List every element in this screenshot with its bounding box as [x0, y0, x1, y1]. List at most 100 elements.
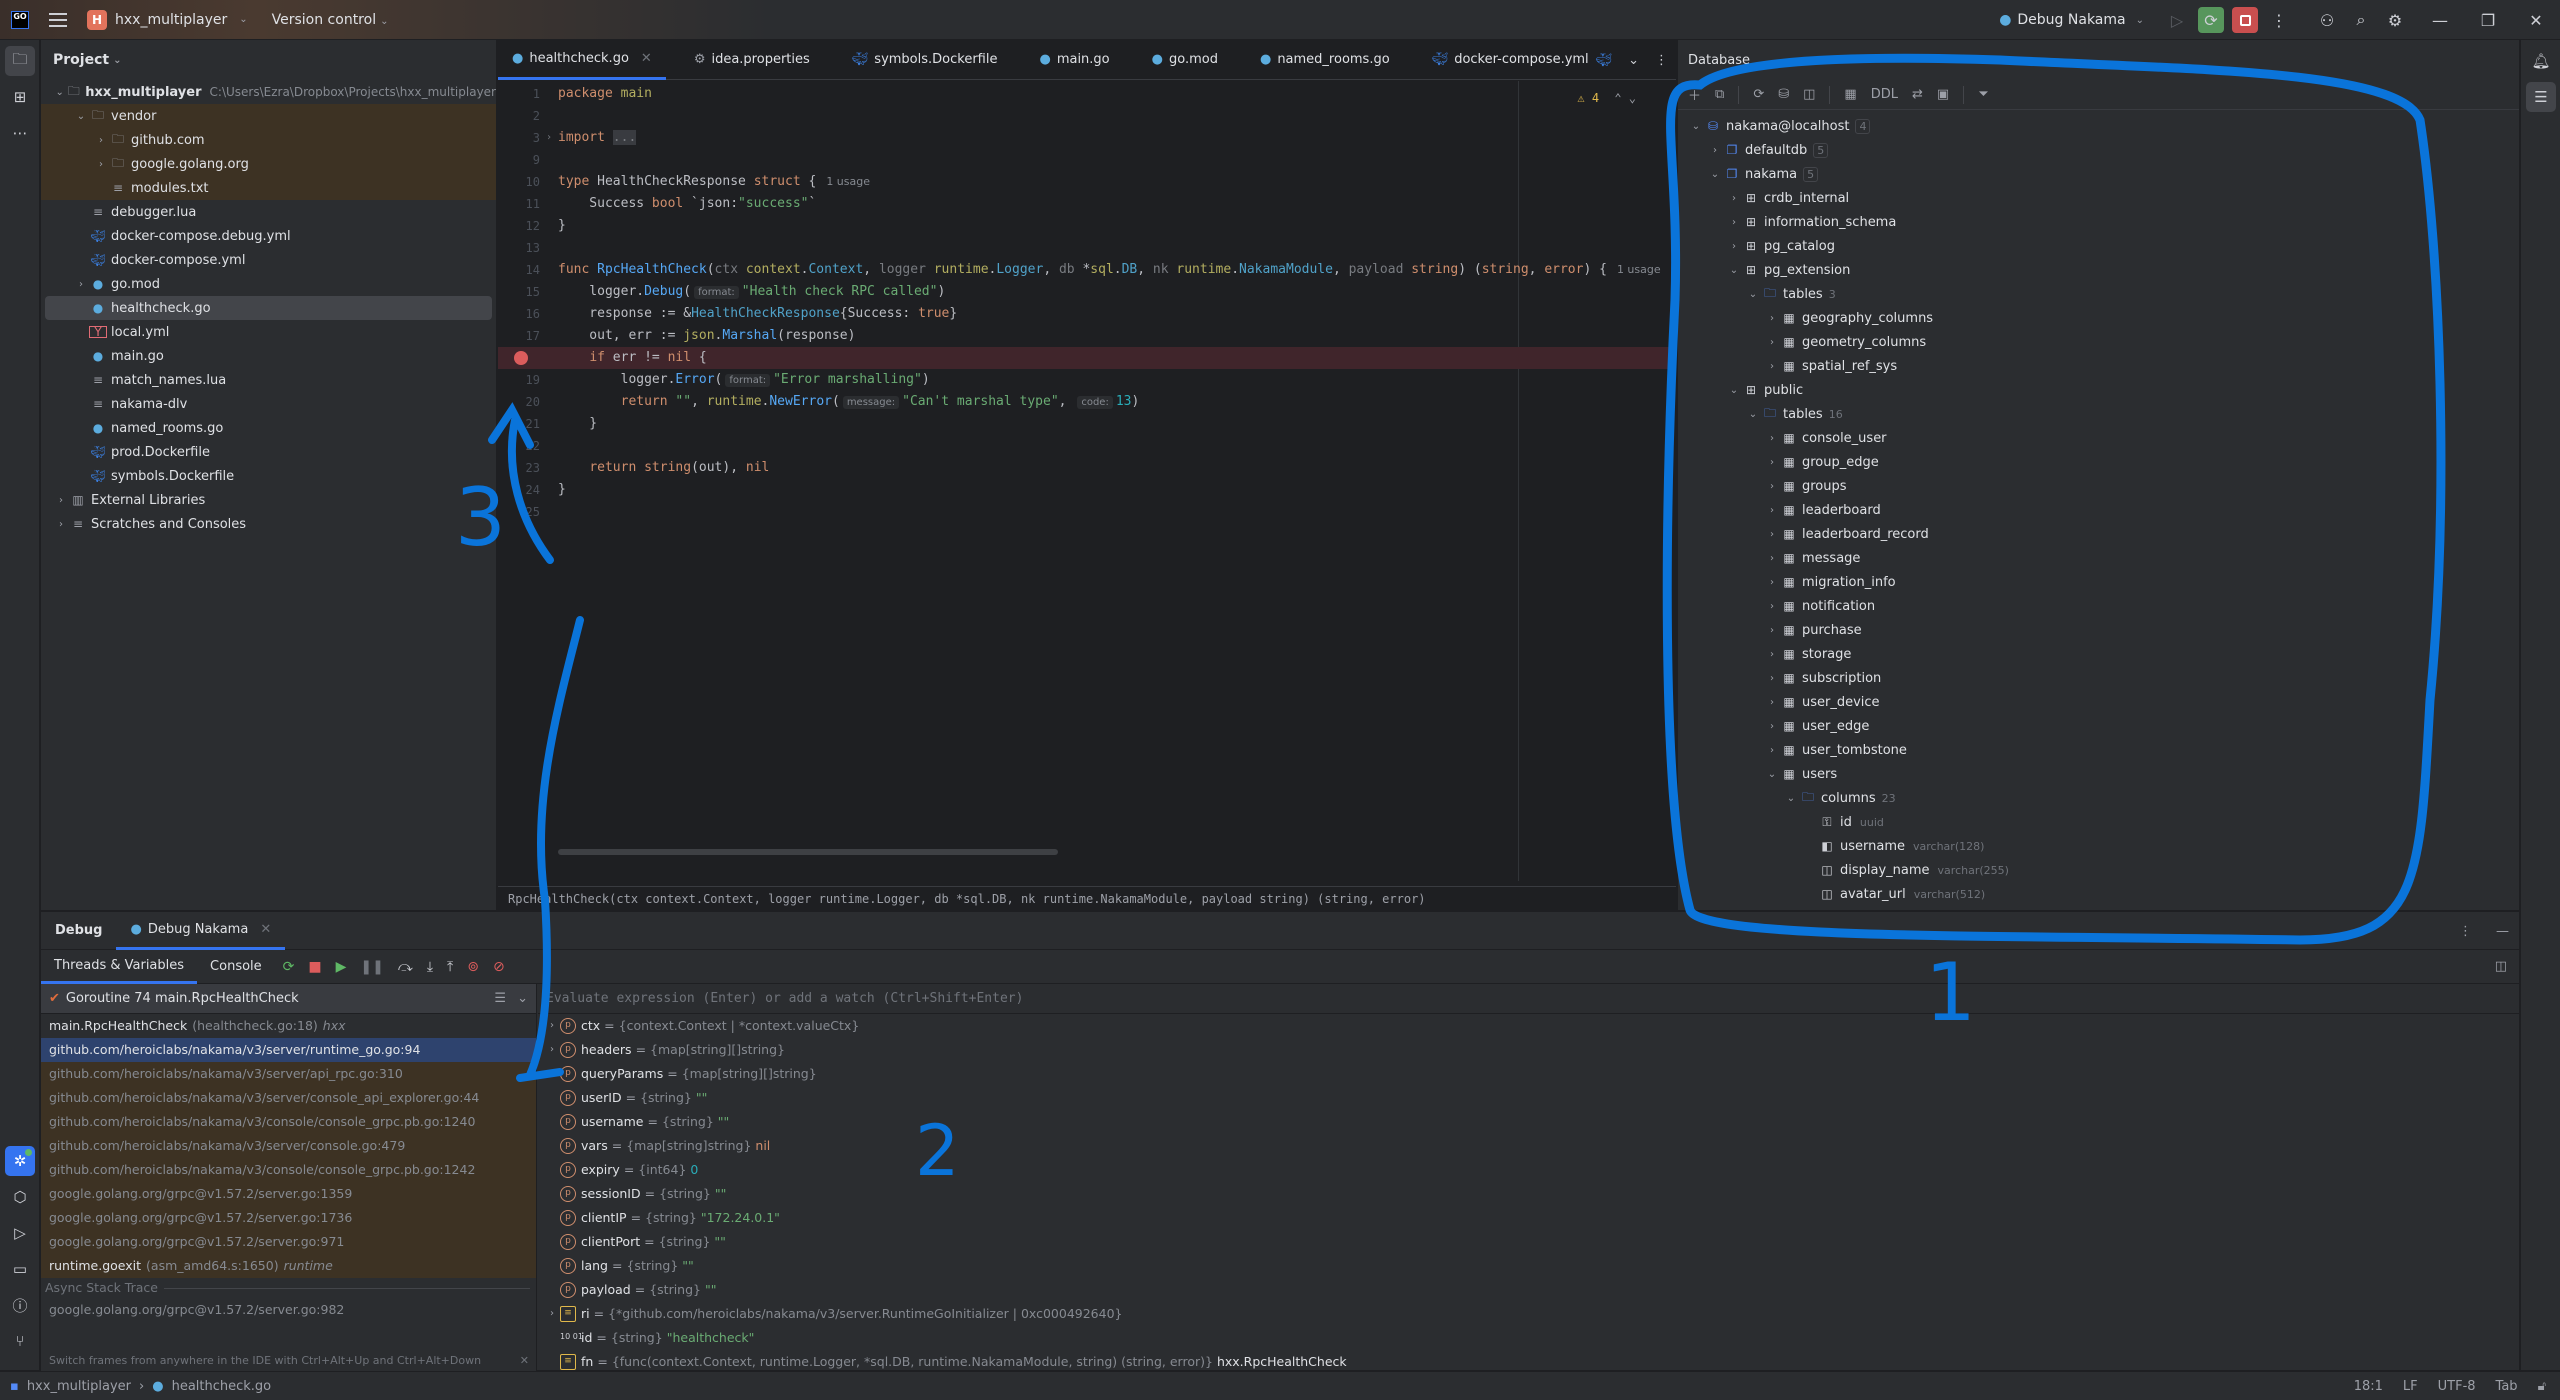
database-tree-item[interactable]: › ▦ geography_columns: [1678, 306, 2519, 330]
project-tree-item[interactable]: ≡ modules.txt: [41, 176, 496, 200]
line-number[interactable]: 25: [498, 501, 546, 523]
chevron-down-icon[interactable]: ⌄: [1707, 169, 1723, 180]
chevron-right-icon[interactable]: ›: [1764, 625, 1780, 636]
variable-row[interactable]: p username = {string} "": [538, 1110, 2519, 1134]
filter-frames-icon[interactable]: ☰: [494, 991, 506, 1006]
chevron-right-icon[interactable]: ›: [1764, 601, 1780, 612]
database-tree-item[interactable]: › ⊞ information_schema: [1678, 210, 2519, 234]
project-tree-item[interactable]: › 🗀 google.golang.org: [41, 152, 496, 176]
docker-tab-overflow-icon[interactable]: 🐳︎: [1596, 53, 1613, 68]
chevron-down-icon[interactable]: ⌄: [1745, 409, 1761, 420]
file-encoding[interactable]: UTF-8: [2438, 1379, 2476, 1394]
database-tree-item[interactable]: › ▦ user_device: [1678, 690, 2519, 714]
editor-tab[interactable]: ⚙ idea.properties: [680, 40, 824, 80]
database-tree-item[interactable]: › ⊞ pg_catalog: [1678, 234, 2519, 258]
code-line[interactable]: 19 logger.Error(format: "Error marshallin…: [498, 369, 1676, 391]
line-number[interactable]: 10: [498, 171, 546, 193]
compare-icon[interactable]: ⇄: [1912, 87, 1923, 102]
line-number[interactable]: 24: [498, 479, 546, 501]
run-configuration-selector[interactable]: ● Debug Nakama ⌄: [1999, 12, 2144, 28]
chevron-right-icon[interactable]: ›: [1764, 529, 1780, 540]
chevron-down-icon[interactable]: ⌄: [1745, 289, 1761, 300]
code-line[interactable]: 1 package main: [498, 83, 1676, 105]
step-over-icon[interactable]: ⤼: [398, 959, 413, 975]
expand-chevron-icon[interactable]: ›: [544, 1014, 560, 1038]
database-tree-item[interactable]: ◫ display_name varchar(255): [1678, 858, 2519, 882]
line-number[interactable]: 12: [498, 215, 546, 237]
database-tree-item[interactable]: › ▦ notification: [1678, 594, 2519, 618]
line-number[interactable]: 13: [498, 237, 546, 259]
chevron-right-icon[interactable]: ›: [1707, 145, 1723, 156]
run-tool-icon[interactable]: ▷: [5, 1218, 35, 1248]
project-tree-item[interactable]: 🐳︎ prod.Dockerfile: [41, 440, 496, 464]
stack-frame[interactable]: google.golang.org/grpc@v1.57.2/server.go…: [41, 1230, 536, 1254]
code-line[interactable]: 11 Success bool `json:"success"`: [498, 193, 1676, 215]
code-line[interactable]: 10 type HealthCheckResponse struct {1 usa…: [498, 171, 1676, 193]
editor-tab[interactable]: ● go.mod: [1138, 40, 1232, 80]
more-options-icon[interactable]: ⋮: [2459, 924, 2472, 939]
variable-row[interactable]: p lang = {string} "": [538, 1254, 2519, 1278]
project-tool-folder-icon[interactable]: 🗀: [5, 46, 35, 76]
variable-row[interactable]: p vars = {map[string]string} nil: [538, 1134, 2519, 1158]
breakpoint-icon[interactable]: [514, 351, 528, 365]
refresh-icon[interactable]: ⟳: [1753, 87, 1764, 102]
read-only-lock-icon[interactable]: 🔓︎: [2538, 1379, 2546, 1394]
variable-row[interactable]: p sessionID = {string} "": [538, 1182, 2519, 1206]
database-tree-item[interactable]: › ▦ subscription: [1678, 666, 2519, 690]
project-tree-item[interactable]: Ylocal.yml: [41, 320, 496, 344]
chevron-right-icon[interactable]: ›: [1764, 337, 1780, 348]
stop-icon[interactable]: ■: [308, 959, 321, 975]
debug-tool-bug-icon[interactable]: ✲: [5, 1146, 35, 1176]
database-tree-item[interactable]: › ▦ leaderboard_record: [1678, 522, 2519, 546]
code-line[interactable]: 14 func RpcHealthCheck(ctx context.Contex…: [498, 259, 1676, 281]
variable-row[interactable]: › p ctx = {context.Context | *context.valueC…: [538, 1014, 2519, 1038]
project-tree-item[interactable]: ● healthcheck.go: [45, 296, 492, 320]
database-tree-item[interactable]: ⌄ ❐ nakama 5: [1678, 162, 2519, 186]
database-tree-item[interactable]: ◧ username varchar(128): [1678, 834, 2519, 858]
terminal-tool-icon[interactable]: ▭: [5, 1254, 35, 1284]
database-tree-item[interactable]: ◫ avatar_url varchar(512): [1678, 882, 2519, 906]
chevron-right-icon[interactable]: ›: [1726, 193, 1742, 204]
services-tool-icon[interactable]: ⬡: [5, 1182, 35, 1212]
chevron-right-icon[interactable]: ›: [93, 159, 109, 170]
stack-frame[interactable]: github.com/heroiclabs/nakama/v3/server/c…: [41, 1086, 536, 1110]
close-tip-icon[interactable]: ✕: [520, 1354, 529, 1367]
table-editor-icon[interactable]: ▦: [1844, 87, 1856, 102]
line-number[interactable]: 15: [498, 281, 546, 303]
line-number[interactable]: 11: [498, 193, 546, 215]
code-line[interactable]: 9: [498, 149, 1676, 171]
database-tree-item[interactable]: ⌄ 🗀 columns 23: [1678, 786, 2519, 810]
project-tree-item[interactable]: › ▥ External Libraries: [41, 488, 496, 512]
stack-frame[interactable]: google.golang.org/grpc@v1.57.2/server.go…: [41, 1206, 536, 1230]
database-tree-item[interactable]: ⌄ ⛁ nakama@localhost 4: [1678, 114, 2519, 138]
stack-frame[interactable]: github.com/heroiclabs/nakama/v3/console/…: [41, 1110, 536, 1134]
search-icon[interactable]: ⌕: [2348, 7, 2374, 33]
step-into-icon[interactable]: ⤓: [427, 959, 433, 975]
tab-more-icon[interactable]: ⋮: [1655, 53, 1668, 68]
step-out-icon[interactable]: ⤒: [447, 959, 453, 975]
editor-tab[interactable]: ● named_rooms.go: [1246, 40, 1404, 80]
stack-frame[interactable]: runtime.goexit (asm_amd64.s:1650) runtime: [41, 1254, 536, 1278]
stack-frame[interactable]: github.com/heroiclabs/nakama/v3/console/…: [41, 1158, 536, 1182]
copy-icon[interactable]: ⧉: [1715, 87, 1724, 102]
code-line[interactable]: 2: [498, 105, 1676, 127]
chevron-right-icon[interactable]: ›: [1726, 241, 1742, 252]
expand-chevron-icon[interactable]: ›: [544, 1038, 560, 1062]
filter-icon[interactable]: ⏷: [1978, 87, 1988, 102]
project-tree-item[interactable]: ≡ match_names.lua: [41, 368, 496, 392]
close-tab-icon[interactable]: ✕: [641, 51, 652, 66]
chevron-right-icon[interactable]: ›: [1764, 697, 1780, 708]
chevron-right-icon[interactable]: ›: [1764, 481, 1780, 492]
project-switcher[interactable]: H hxx_multiplayer ⌄: [87, 9, 248, 30]
pause-icon[interactable]: ❚❚: [360, 959, 383, 975]
code-line[interactable]: 16 response := &HealthCheckResponse{Succ…: [498, 303, 1676, 325]
line-number[interactable]: 2: [498, 105, 546, 127]
chevron-down-icon[interactable]: ⌄: [1688, 121, 1704, 132]
main-menu-icon[interactable]: [49, 12, 67, 27]
database-tree-item[interactable]: › ▦ purchase: [1678, 618, 2519, 642]
editor-tab[interactable]: 🐳︎ docker-compose.yml: [1418, 40, 1603, 80]
stack-frame[interactable]: github.com/heroiclabs/nakama/v3/server/c…: [41, 1134, 536, 1158]
project-root[interactable]: ⌄ 🗀 hxx_multiplayer C:\Users\Ezra\Dropbo…: [41, 80, 496, 104]
version-control-menu[interactable]: Version control ⌄: [272, 12, 389, 28]
code-line[interactable]: 23 return string(out), nil: [498, 457, 1676, 479]
